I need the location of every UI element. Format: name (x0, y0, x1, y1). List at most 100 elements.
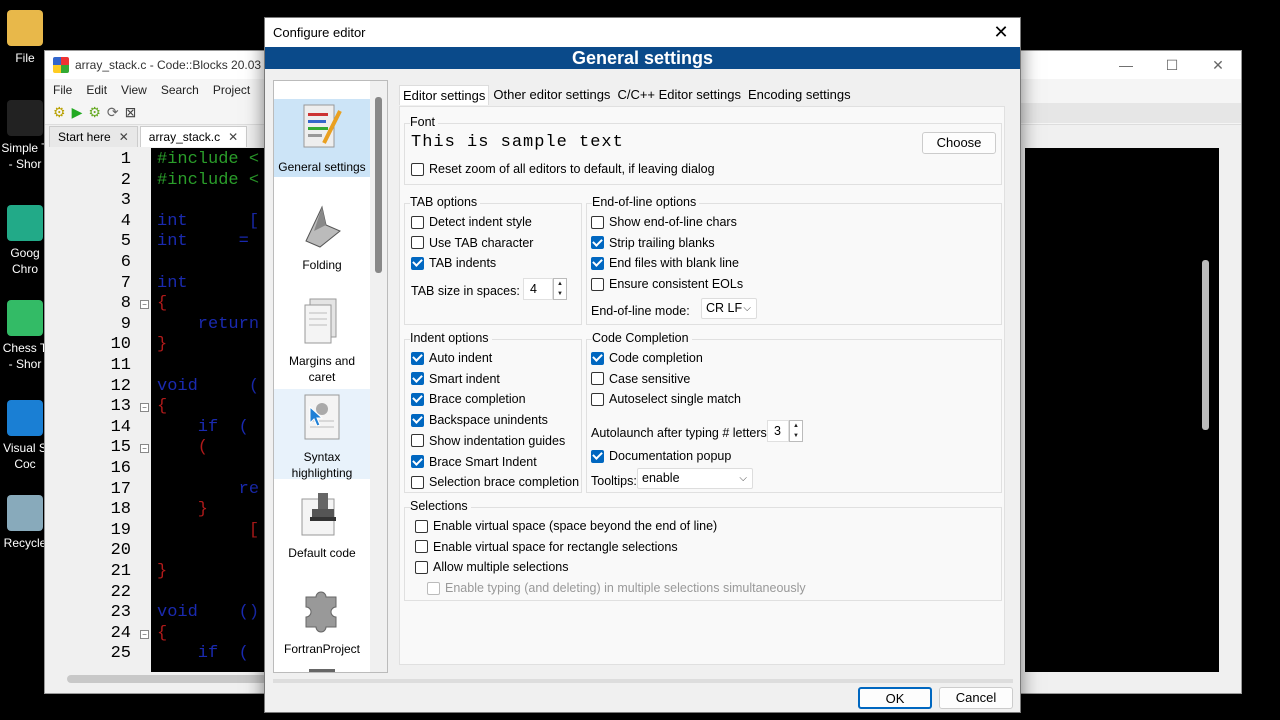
checkbox-icon[interactable] (591, 256, 604, 270)
fold-toggle-icon[interactable]: − (140, 629, 149, 639)
category-scrollbar-track[interactable] (370, 81, 387, 672)
dialog-horizontal-scrollbar[interactable] (273, 679, 1013, 683)
cancel-button[interactable]: Cancel (939, 687, 1013, 709)
option-checkbox[interactable]: Use TAB character (411, 236, 533, 250)
desktop-shortcut[interactable]: Simple T - Shor (0, 100, 50, 172)
checkbox-icon[interactable] (411, 413, 424, 427)
menu-item[interactable]: View (121, 83, 147, 97)
checkbox-icon[interactable] (591, 392, 604, 406)
option-checkbox[interactable]: Strip trailing blanks (591, 236, 715, 250)
desktop-shortcut[interactable]: File (0, 10, 50, 66)
settings-tab[interactable]: C/C++ Editor settings (614, 85, 744, 105)
checkbox-icon[interactable] (411, 455, 424, 468)
tab-size-spinner[interactable]: 4 ▲ ▼ (523, 278, 567, 300)
autolaunch-value[interactable]: 3 (767, 420, 789, 442)
reset-zoom-checkbox[interactable]: Reset zoom of all editors to default, if… (411, 162, 715, 176)
category-item[interactable]: Default code (274, 485, 370, 560)
checkbox-icon[interactable] (411, 256, 424, 270)
option-checkbox[interactable]: Ensure consistent EOLs (591, 277, 743, 291)
run-icon[interactable]: ▶ (72, 104, 83, 121)
fold-toggle-icon[interactable]: − (140, 444, 149, 454)
editor-tab[interactable]: array_stack.c ✕ (139, 126, 248, 147)
checkbox-icon[interactable] (411, 215, 424, 229)
checkbox-icon[interactable] (591, 351, 604, 365)
fold-toggle-icon[interactable]: − (140, 300, 149, 310)
category-item[interactable]: Margins and caret (274, 293, 370, 385)
build-gear-icon[interactable]: ⚙ (53, 104, 66, 121)
spin-up-icon[interactable]: ▲ (790, 421, 802, 431)
option-checkbox[interactable]: Case sensitive (591, 372, 690, 386)
category-item[interactable] (274, 669, 370, 672)
spin-down-icon[interactable]: ▼ (790, 431, 802, 441)
abort-icon[interactable]: ⊠ (125, 104, 137, 121)
spinner-arrows[interactable]: ▲ ▼ (789, 420, 803, 442)
code-editor[interactable]: 1 2 3 4 5 6 7 8−9 10 11 12 13−14 15−16 17 18 19 20 21 22 23… (51, 148, 266, 672)
close-icon[interactable]: ✕ (990, 22, 1012, 42)
tab-size-value[interactable]: 4 (523, 278, 553, 300)
option-checkbox[interactable]: Brace Smart Indent (411, 455, 537, 469)
maximize-icon[interactable]: ☐ (1149, 51, 1195, 79)
option-checkbox[interactable]: TAB indents (411, 256, 496, 270)
category-item[interactable]: Folding (274, 197, 370, 272)
checkbox-icon[interactable] (411, 434, 424, 448)
checkbox-icon[interactable] (415, 540, 428, 554)
rebuild-icon[interactable]: ⟳ (107, 104, 119, 121)
option-checkbox[interactable]: End files with blank line (591, 256, 739, 270)
checkbox-icon[interactable] (591, 372, 604, 386)
category-item[interactable]: General settings (274, 99, 370, 177)
checkbox-icon[interactable] (415, 519, 428, 533)
settings-tab[interactable]: Encoding settings (745, 85, 854, 105)
option-checkbox[interactable]: Enable virtual space (space beyond the e… (415, 519, 717, 533)
option-checkbox[interactable]: Auto indent (411, 351, 492, 365)
editor-tab[interactable]: Start here ✕ (49, 126, 138, 147)
option-checkbox[interactable]: Enable virtual space for rectangle selec… (415, 540, 678, 554)
option-checkbox[interactable]: Backspace unindents (411, 413, 548, 427)
documentation-popup-checkbox[interactable]: Documentation popup (591, 449, 731, 463)
close-tab-icon[interactable]: ✕ (119, 130, 129, 144)
category-item[interactable]: FortranProject (274, 581, 370, 656)
checkbox-icon[interactable] (411, 162, 424, 176)
option-checkbox[interactable]: Selection brace completion (411, 475, 579, 489)
checkbox-icon[interactable] (411, 475, 424, 489)
menu-item[interactable]: Edit (86, 83, 107, 97)
menu-item[interactable]: Project (213, 83, 250, 97)
tooltips-select[interactable]: enable ⌵ (637, 468, 753, 489)
choose-font-button[interactable]: Choose (922, 132, 996, 154)
desktop-shortcut[interactable]: Goog Chro (0, 205, 50, 277)
option-checkbox[interactable]: Code completion (591, 351, 703, 365)
desktop-shortcut[interactable]: Recycle (0, 495, 50, 551)
option-checkbox[interactable]: Detect indent style (411, 215, 532, 229)
desktop-shortcut[interactable]: Chess T - Shor (0, 300, 50, 372)
eol-mode-select[interactable]: CR LF ⌵ (701, 298, 757, 319)
spin-up-icon[interactable]: ▲ (554, 279, 566, 289)
menu-item[interactable]: Search (161, 83, 199, 97)
ok-button[interactable]: OK (858, 687, 932, 709)
minimize-icon[interactable]: — (1103, 51, 1149, 79)
checkbox-icon[interactable] (411, 236, 424, 250)
autolaunch-spinner[interactable]: 3 ▲ ▼ (767, 420, 803, 442)
checkbox-icon[interactable] (411, 392, 424, 406)
checkbox-icon[interactable] (411, 351, 424, 365)
checkbox-icon[interactable] (411, 372, 424, 386)
close-tab-icon[interactable]: ✕ (228, 130, 238, 144)
settings-tab[interactable]: Other editor settings (490, 85, 613, 105)
editor-horizontal-scrollbar[interactable] (67, 675, 267, 683)
settings-tab[interactable]: Editor settings (399, 85, 490, 105)
checkbox-icon[interactable] (591, 277, 604, 291)
option-checkbox[interactable]: Autoselect single match (591, 392, 741, 406)
category-scrollbar-thumb[interactable] (375, 97, 382, 273)
close-window-icon[interactable]: ✕ (1195, 51, 1241, 79)
option-checkbox[interactable]: Show end-of-line chars (591, 215, 737, 229)
fold-toggle-icon[interactable]: − (140, 403, 149, 413)
category-item[interactable]: Syntax highlighting (274, 389, 370, 480)
option-checkbox[interactable]: Brace completion (411, 392, 526, 406)
build-run-icon[interactable]: ⚙ (88, 104, 101, 121)
vertical-scrollbar[interactable] (1202, 260, 1209, 430)
checkbox-icon[interactable] (415, 560, 428, 574)
option-checkbox[interactable]: Show indentation guides (411, 434, 565, 448)
desktop-shortcut[interactable]: Visual S Coc (0, 400, 50, 472)
checkbox-icon[interactable] (591, 236, 604, 250)
spin-down-icon[interactable]: ▼ (554, 289, 566, 299)
option-checkbox[interactable]: Smart indent (411, 372, 500, 386)
option-checkbox[interactable]: Allow multiple selections (415, 560, 568, 574)
